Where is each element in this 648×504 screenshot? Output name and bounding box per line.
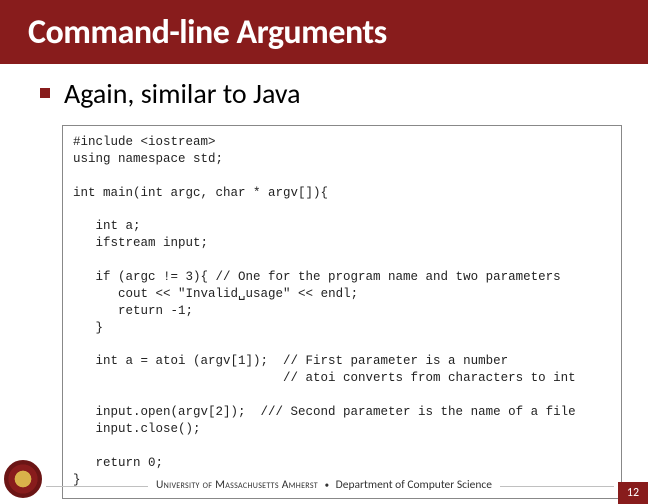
footer-department: Department of Computer Science: [336, 478, 492, 492]
footer-university: University of Massachusetts Amherst: [156, 478, 318, 492]
slide-content: Again, similar to Java #include <iostrea…: [0, 64, 648, 499]
university-seal-icon: [4, 460, 42, 498]
slide-title: Command-line Arguments: [28, 12, 387, 53]
footer-text: University of Massachusetts Amherst • De…: [148, 478, 500, 492]
footer-separator-icon: •: [325, 480, 329, 491]
code-block: #include <iostream> using namespace std;…: [62, 125, 622, 499]
bullet-item: Again, similar to Java: [40, 76, 620, 111]
bullet-text: Again, similar to Java: [64, 76, 301, 111]
footer: University of Massachusetts Amherst • De…: [0, 468, 648, 504]
bullet-square-icon: [40, 88, 50, 98]
page-number: 12: [618, 482, 648, 504]
title-bar: Command-line Arguments: [0, 0, 648, 64]
